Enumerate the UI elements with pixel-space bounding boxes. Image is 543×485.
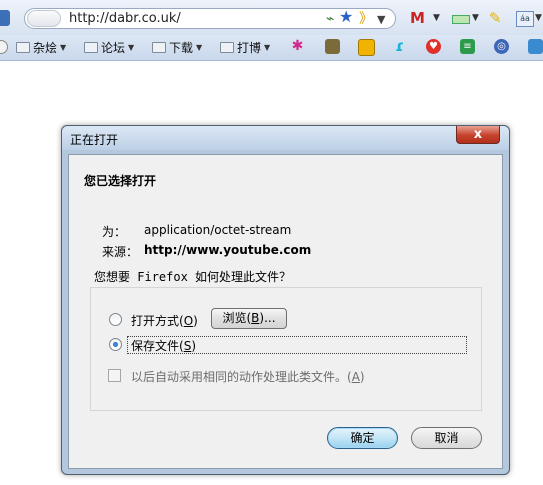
chevron-down-icon: ▼ (60, 43, 67, 52)
chevron-down-icon: ▼ (196, 43, 203, 52)
action-choice-group: 打开方式(O) 浏览(B)... 保存文件(S) 以后自动采用相同的动作处理此类… (90, 287, 482, 411)
radio-selected-dot (113, 342, 118, 347)
auto-action-label[interactable]: 以后自动采用相同的动作处理此类文件。(A) (131, 368, 365, 385)
auto-action-text: 以后自动采用相同的动作处理此类文件。( (131, 370, 352, 384)
bookmark-folder-luntan[interactable]: 论坛 ▼ (84, 39, 134, 56)
bookmark-folder-dabo[interactable]: 打博 ▼ (220, 39, 270, 56)
question-prefix: 您想要 (94, 270, 131, 284)
open-with-access-key: O (183, 314, 194, 328)
translate-icon[interactable]: áa (516, 11, 534, 27)
chevron-down-icon: ▼ (128, 43, 135, 52)
bookmark-folder-label: 杂烩 (33, 41, 58, 55)
pen-icon[interactable]: ✎ (489, 10, 502, 26)
bookmark-folder-zahui[interactable]: 杂烩 ▼ (16, 39, 66, 56)
file-type-label: 为： (102, 225, 127, 239)
browse-button[interactable]: 浏览(B)... (211, 308, 287, 329)
cancel-button[interactable]: 取消 (411, 427, 482, 449)
bookmark-folder-xiazai[interactable]: 下载 ▼ (152, 39, 202, 56)
dialog-body: 您已选择打开 为： application/octet-stream 来源： h… (68, 154, 503, 469)
browse-text: 浏览( (222, 311, 252, 325)
battery-dropdown-icon[interactable]: ▼ (472, 10, 479, 26)
folder-icon (84, 42, 98, 53)
bookmark-folder-label: 论坛 (101, 41, 126, 55)
url-dropdown-icon[interactable]: ▼ (377, 12, 385, 28)
bookmark-folder-label: 打博 (237, 41, 262, 55)
file-source-value: http://www.youtube.com (144, 243, 312, 257)
folder-icon (220, 42, 234, 53)
bookmark-hook-icon[interactable]: ɾ (392, 39, 407, 54)
bookmark-folder-label: 下载 (169, 41, 194, 55)
bookmark-globe-icon[interactable]: ◎ (494, 39, 509, 54)
question-app: Firefox (130, 270, 196, 284)
feed-icon[interactable]: ⌁ (326, 11, 334, 27)
auto-action-checkbox[interactable] (108, 369, 121, 382)
browser-nav-bar: http://dabr.co.uk/ ⌁ ★ 》 ▼ M ▼ ▼ ✎ áa ▼ (0, 0, 543, 35)
bookmark-sparkle-icon[interactable]: ✱ (290, 39, 305, 54)
auto-action-access-key: A (351, 370, 360, 384)
translate-dropdown-icon[interactable]: ▼ (535, 10, 542, 26)
question-suffix: 如何处理此文件？ (195, 270, 292, 284)
dialog-heading: 您已选择打开 (84, 174, 157, 188)
open-with-paren: ) (193, 314, 198, 328)
battery-icon[interactable] (452, 15, 470, 24)
chevron-down-icon: ▼ (264, 43, 271, 52)
go-arrow-icon[interactable]: 》 (359, 11, 373, 27)
home-icon[interactable] (0, 10, 10, 26)
bookmark-star-icon[interactable]: ★ (339, 9, 353, 25)
open-with-label[interactable]: 打开方式(O) (131, 312, 198, 329)
open-with-radio[interactable] (109, 313, 122, 326)
site-identity-icon[interactable] (27, 10, 61, 27)
dialog-title: 正在打开 (70, 133, 119, 147)
bookmark-green-icon[interactable]: ≡ (460, 39, 475, 54)
ok-button[interactable]: 确定 (327, 427, 398, 449)
bookmark-heart-icon[interactable]: ♥ (426, 39, 441, 54)
save-file-radio[interactable] (109, 338, 122, 351)
url-bar[interactable]: http://dabr.co.uk/ ⌁ ★ 》 ▼ (24, 8, 396, 29)
bookmark-blue-icon[interactable] (528, 39, 543, 54)
save-file-text: 保存文件( (131, 339, 184, 353)
folder-icon (152, 42, 166, 53)
auto-action-paren: ) (359, 370, 365, 384)
gmail-icon[interactable]: M (410, 10, 425, 26)
handling-question: 您想要 Firefox 如何处理此文件？ (94, 268, 291, 285)
save-file-label[interactable]: 保存文件(S) (131, 337, 196, 354)
browse-suffix: )... (259, 311, 276, 325)
dialog-titlebar[interactable]: 正在打开 x (62, 126, 509, 150)
folder-icon (16, 42, 30, 53)
opening-dialog: 正在打开 x 您已选择打开 为： application/octet-strea… (61, 125, 510, 475)
close-icon: x (473, 127, 483, 142)
gmail-dropdown-icon[interactable]: ▼ (433, 10, 440, 26)
save-file-paren: ) (191, 339, 196, 353)
url-text[interactable]: http://dabr.co.uk/ (69, 11, 181, 26)
open-with-text: 打开方式( (131, 314, 184, 328)
file-source-label: 来源： (102, 245, 139, 259)
file-type-value: application/octet-stream (144, 223, 292, 237)
bookmark-image-icon[interactable] (325, 39, 340, 54)
close-button[interactable]: x (456, 126, 500, 144)
bookmark-coin-icon[interactable] (358, 39, 375, 56)
